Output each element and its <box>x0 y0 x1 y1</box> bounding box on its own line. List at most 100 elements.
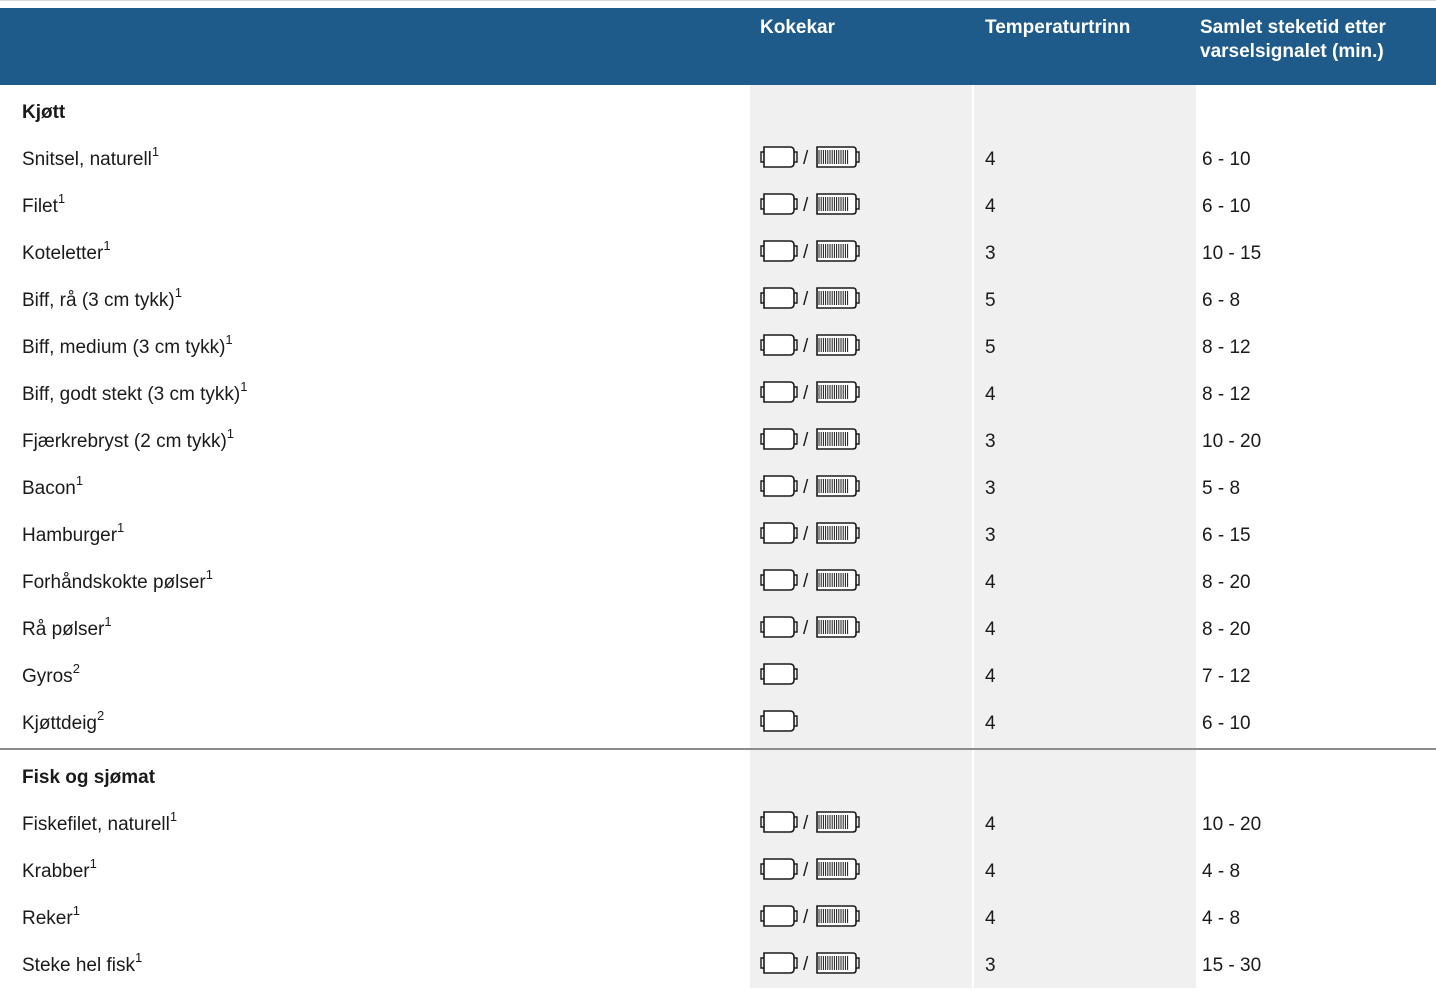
food-label: Biff, rå (3 cm tykk) <box>22 290 175 311</box>
vessel-cell: / <box>760 903 861 934</box>
header-time: Samlet steketid etter varselsignalet (mi… <box>1200 17 1386 62</box>
table-row: Snitsel, naturell1 / 4 6 - 10 <box>0 138 1436 185</box>
footnote-marker: 1 <box>226 425 235 441</box>
temperature-level: 4 <box>985 619 996 640</box>
food-name: Snitsel, naturell1 <box>22 145 159 172</box>
table-row: Fjærkrebryst (2 cm tykk)1 / 3 10 - 20 <box>0 420 1436 467</box>
footnote-marker: 1 <box>151 143 160 159</box>
grill-plate-icon <box>813 614 861 645</box>
cooking-time: 10 - 20 <box>1202 431 1262 452</box>
frying-pan-icon <box>760 285 798 316</box>
separator-slash: / <box>803 907 809 928</box>
frying-pan-icon <box>760 809 798 840</box>
footnote-marker: 1 <box>117 519 125 535</box>
separator-slash: / <box>803 954 809 975</box>
table-row: Steke hel fisk1 / 3 15 - 30 <box>0 944 1436 991</box>
separator-slash: / <box>803 477 809 498</box>
vessel-cell: / <box>760 950 861 981</box>
food-label: Fiskefilet, naturell <box>22 814 170 835</box>
vessel-cell: / <box>760 380 861 407</box>
table-row: Fiskefilet, naturell1 / 4 10 - 20 <box>0 803 1436 850</box>
temperature-level: 5 <box>985 337 996 358</box>
vessel-cell <box>760 709 798 736</box>
grill-plate-icon <box>813 520 861 551</box>
footnote-marker: 2 <box>96 707 105 723</box>
separator-slash: / <box>803 336 809 357</box>
grill-plate-icon <box>813 332 861 363</box>
food-label: Forhåndskokte pølser <box>22 572 206 593</box>
food-name: Hamburger1 <box>22 521 124 548</box>
food-label: Biff, godt stekt (3 cm tykk) <box>22 384 241 405</box>
vessel-cell: / <box>760 473 861 504</box>
temperature-level: 3 <box>985 243 996 264</box>
frying-pan-icon <box>760 238 798 269</box>
temperature-level: 4 <box>985 713 996 734</box>
food-label: Fjærkrebryst (2 cm tykk) <box>22 431 227 452</box>
cooking-time: 8 - 12 <box>1202 337 1251 358</box>
food-label: Krabber <box>22 861 90 882</box>
food-label: Filet <box>22 196 58 217</box>
table-row: Rå pølser1 / 4 8 - 20 <box>0 608 1436 655</box>
food-name: Biff, medium (3 cm tykk)1 <box>22 333 233 360</box>
vessel-cell: / <box>760 809 861 840</box>
footnote-marker: 1 <box>174 284 182 300</box>
table-row: Bacon1 / 3 5 - 8 <box>0 467 1436 514</box>
cooking-time: 6 - 15 <box>1202 525 1251 546</box>
cooking-time: 6 - 10 <box>1202 149 1251 170</box>
cooking-time: 6 - 10 <box>1202 713 1251 734</box>
header-temperature: Temperaturtrinn <box>985 17 1131 38</box>
footnote-marker: 1 <box>104 613 112 629</box>
food-name: Forhåndskokte pølser1 <box>22 568 213 595</box>
temperature-level: 4 <box>985 666 996 687</box>
vessel-cell <box>760 662 798 689</box>
food-label: Steke hel fisk <box>22 955 135 976</box>
frying-pan-icon <box>760 144 798 175</box>
temperature-level: 3 <box>985 525 996 546</box>
footnote-marker: 1 <box>89 855 97 871</box>
vessel-cell: / <box>760 285 861 316</box>
frying-pan-icon <box>760 191 798 222</box>
vessel-cell: / <box>760 144 861 175</box>
frying-pan-icon <box>760 614 798 645</box>
frying-pan-icon <box>760 426 798 457</box>
footnote-marker: 2 <box>72 660 80 676</box>
table-row: Biff, medium (3 cm tykk)1 / 5 8 - 12 <box>0 326 1436 373</box>
temperature-level: 3 <box>985 478 996 499</box>
section-title: Fisk og sjømat <box>22 767 156 788</box>
temperature-level: 4 <box>985 149 996 170</box>
vessel-cell: / <box>760 191 861 222</box>
temperature-level: 4 <box>985 908 996 929</box>
cooking-time: 8 - 20 <box>1202 572 1251 593</box>
separator-slash: / <box>803 195 809 216</box>
section-heading: Fisk og sjømat <box>0 756 1436 803</box>
frying-pan-icon <box>760 473 798 504</box>
food-label: Biff, medium (3 cm tykk) <box>22 337 226 358</box>
food-label: Kjøttdeig <box>22 713 97 734</box>
grill-plate-icon <box>813 238 861 269</box>
separator-slash: / <box>803 289 809 310</box>
grill-plate-icon <box>813 903 861 934</box>
grill-plate-icon <box>813 856 861 887</box>
food-name: Fiskefilet, naturell1 <box>22 810 177 837</box>
separator-slash: / <box>803 813 809 834</box>
section-heading: Kjøtt <box>0 91 1436 138</box>
food-name: Rå pølser1 <box>22 615 112 642</box>
table-header: Kokekar Temperaturtrinn Samlet steketid … <box>0 8 1436 85</box>
table-row: Koteletter1 / 3 10 - 15 <box>0 232 1436 279</box>
food-name: Gyros2 <box>22 662 80 689</box>
footnote-marker: 1 <box>205 566 213 582</box>
food-name: Filet1 <box>22 192 65 219</box>
frying-pan-icon <box>760 856 798 887</box>
separator-slash: / <box>803 430 809 451</box>
frying-pan-icon <box>760 950 798 981</box>
grill-plate-icon <box>813 567 861 598</box>
vessel-cell: / <box>760 238 861 269</box>
temperature-level: 4 <box>985 196 996 217</box>
vessel-cell: / <box>760 426 861 457</box>
temperature-level: 4 <box>985 572 996 593</box>
table-row: Gyros2 4 7 - 12 <box>0 655 1436 702</box>
separator-slash: / <box>803 618 809 639</box>
table-row: Kjøttdeig2 4 6 - 10 <box>0 702 1436 749</box>
section-title: Kjøtt <box>22 102 66 123</box>
temperature-level: 4 <box>985 814 996 835</box>
